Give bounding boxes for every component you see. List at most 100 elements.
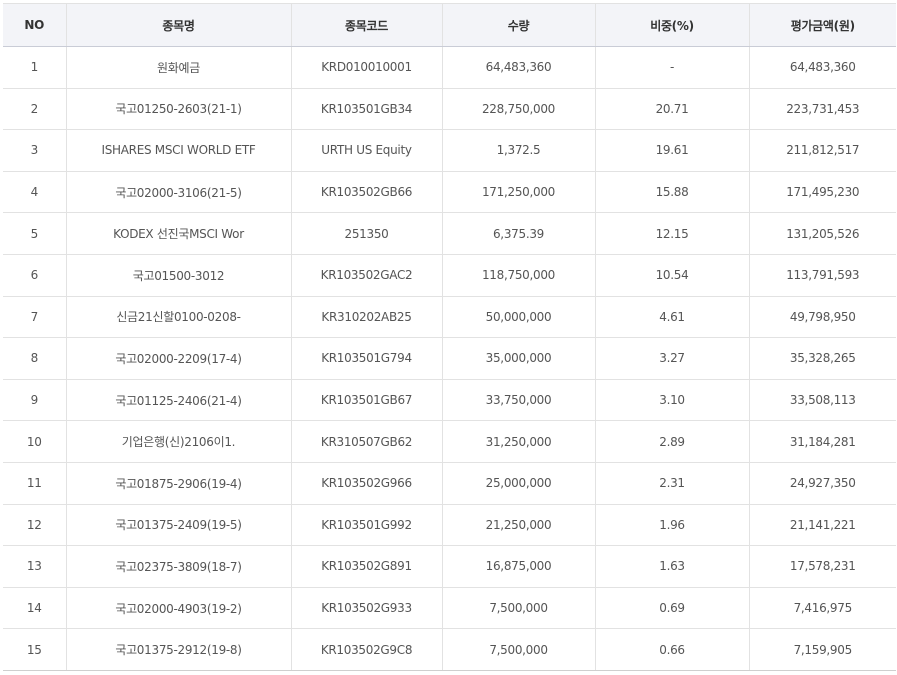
column-header-no: NO <box>3 3 66 47</box>
cell-no: 2 <box>3 88 66 131</box>
table-row: 14 국고02000-4903(19-2) KR103502G933 7,500,00… <box>3 587 896 630</box>
cell-weight: 15.88 <box>594 171 749 214</box>
table-row: 13 국고02375-3809(18-7) KR103502G891 16,875,0… <box>3 545 896 588</box>
cell-weight: 3.27 <box>594 337 749 380</box>
cell-code: KR103501G794 <box>290 337 442 380</box>
cell-quantity: 118,750,000 <box>441 254 595 297</box>
cell-value: 7,159,905 <box>748 628 896 671</box>
cell-weight: 10.54 <box>594 254 749 297</box>
table-row: 6 국고01500-3012 KR103502GAC2 118,750,000 10.5… <box>3 254 896 297</box>
cell-name: 국고01375-2409(19-5) <box>65 504 291 547</box>
cell-name: 국고01250-2603(21-1) <box>65 88 291 131</box>
cell-code: 251350 <box>290 212 442 255</box>
cell-code: KR103501GB67 <box>290 379 442 422</box>
table-row: 1 원화예금 KRD010010001 64,483,360-64,483,360 <box>3 46 896 89</box>
cell-value: 171,495,230 <box>748 171 896 214</box>
table-row: 5 KODEX 선진국MSCI Wor 251350 6,375.39 12.15 131… <box>3 212 896 255</box>
cell-quantity: 31,250,000 <box>441 420 595 463</box>
cell-value: 7,416,975 <box>748 587 896 630</box>
cell-name: 신금21신할0100-0208- <box>65 296 291 339</box>
cell-code: KR103502GB66 <box>290 171 442 214</box>
cell-name: 국고01500-3012 <box>65 254 291 297</box>
cell-name: 국고02000-2209(17-4) <box>65 337 291 380</box>
cell-weight: 0.66 <box>594 628 749 671</box>
cell-no: 14 <box>3 587 66 630</box>
cell-value: 223,731,453 <box>748 88 896 131</box>
table-row: 7 신금21신할0100-0208- KR310202AB25 50,000,000 4… <box>3 296 896 339</box>
column-header-weight: 비중(%) <box>594 3 749 47</box>
cell-code: KR103502G891 <box>290 545 442 588</box>
table-row: 15 국고01375-2912(19-8) KR103502G9C8 7,500,00… <box>3 628 896 671</box>
cell-quantity: 50,000,000 <box>441 296 595 339</box>
column-header-value: 평가금액(원) <box>748 3 896 47</box>
holdings-table: NO 종목명 종목코드 수량 비중(%) 평가금액(원) 1 원화예금 KRD010… <box>3 3 896 671</box>
cell-name: KODEX 선진국MSCI Wor <box>65 212 291 255</box>
cell-code: KR103501G992 <box>290 504 442 547</box>
cell-value: 21,141,221 <box>748 504 896 547</box>
cell-weight: 3.10 <box>594 379 749 422</box>
cell-value: 211,812,517 <box>748 129 896 172</box>
cell-no: 6 <box>3 254 66 297</box>
cell-quantity: 25,000,000 <box>441 462 595 505</box>
table-row: 8 국고02000-2209(17-4) KR103501G794 35,000,00… <box>3 337 896 380</box>
cell-code: KR310202AB25 <box>290 296 442 339</box>
cell-weight: 12.15 <box>594 212 749 255</box>
table-row: 9 국고01125-2406(21-4) KR103501GB67 33,750,00… <box>3 379 896 422</box>
table-row: 3 ISHARES MSCI WORLD ETF URTH US Equity 1,3… <box>3 129 896 172</box>
cell-code: KR103502G933 <box>290 587 442 630</box>
cell-code: URTH US Equity <box>290 129 442 172</box>
cell-code: KR103502G966 <box>290 462 442 505</box>
cell-quantity: 7,500,000 <box>441 628 595 671</box>
table-row: 12 국고01375-2409(19-5) KR103501G992 21,250,0… <box>3 504 896 547</box>
cell-value: 17,578,231 <box>748 545 896 588</box>
cell-code: KR103502GAC2 <box>290 254 442 297</box>
cell-no: 10 <box>3 420 66 463</box>
cell-value: 24,927,350 <box>748 462 896 505</box>
table-row: 10 기업은행(신)2106이1. KR310507GB62 31,250,000 2.… <box>3 420 896 463</box>
cell-value: 33,508,113 <box>748 379 896 422</box>
cell-weight: 2.89 <box>594 420 749 463</box>
cell-weight: 0.69 <box>594 587 749 630</box>
cell-code: KR310507GB62 <box>290 420 442 463</box>
cell-no: 9 <box>3 379 66 422</box>
cell-no: 12 <box>3 504 66 547</box>
cell-no: 15 <box>3 628 66 671</box>
cell-no: 1 <box>3 46 66 89</box>
cell-no: 4 <box>3 171 66 214</box>
cell-value: 131,205,526 <box>748 212 896 255</box>
column-header-code: 종목코드 <box>290 3 442 47</box>
cell-value: 31,184,281 <box>748 420 896 463</box>
cell-name: 국고01125-2406(21-4) <box>65 379 291 422</box>
cell-no: 11 <box>3 462 66 505</box>
cell-code: KR103502G9C8 <box>290 628 442 671</box>
cell-quantity: 21,250,000 <box>441 504 595 547</box>
table-header: NO 종목명 종목코드 수량 비중(%) 평가금액(원) <box>3 3 896 47</box>
cell-no: 3 <box>3 129 66 172</box>
cell-name: 국고02000-3106(21-5) <box>65 171 291 214</box>
cell-name: ISHARES MSCI WORLD ETF <box>65 129 291 172</box>
table-body: 1 원화예금 KRD010010001 64,483,360-64,483,360 2 국… <box>3 46 896 671</box>
cell-value: 113,791,593 <box>748 254 896 297</box>
cell-weight: 1.63 <box>594 545 749 588</box>
table-row: 11 국고01875-2906(19-4) KR103502G966 25,000,0… <box>3 462 896 505</box>
cell-quantity: 171,250,000 <box>441 171 595 214</box>
header-row: NO 종목명 종목코드 수량 비중(%) 평가금액(원) <box>3 3 896 47</box>
table-row: 2 국고01250-2603(21-1) KR103501GB34 228,750,0… <box>3 88 896 131</box>
cell-quantity: 35,000,000 <box>441 337 595 380</box>
column-header-quantity: 수량 <box>441 3 595 47</box>
cell-name: 국고02375-3809(18-7) <box>65 545 291 588</box>
cell-no: 13 <box>3 545 66 588</box>
cell-quantity: 64,483,360 <box>441 46 595 89</box>
cell-value: 64,483,360 <box>748 46 896 89</box>
table-row: 4 국고02000-3106(21-5) KR103502GB66 171,250,0… <box>3 171 896 214</box>
cell-name: 국고02000-4903(19-2) <box>65 587 291 630</box>
cell-value: 49,798,950 <box>748 296 896 339</box>
cell-quantity: 1,372.5 <box>441 129 595 172</box>
cell-quantity: 7,500,000 <box>441 587 595 630</box>
cell-quantity: 16,875,000 <box>441 545 595 588</box>
cell-value: 35,328,265 <box>748 337 896 380</box>
cell-quantity: 228,750,000 <box>441 88 595 131</box>
cell-no: 8 <box>3 337 66 380</box>
cell-no: 5 <box>3 212 66 255</box>
cell-weight: 2.31 <box>594 462 749 505</box>
